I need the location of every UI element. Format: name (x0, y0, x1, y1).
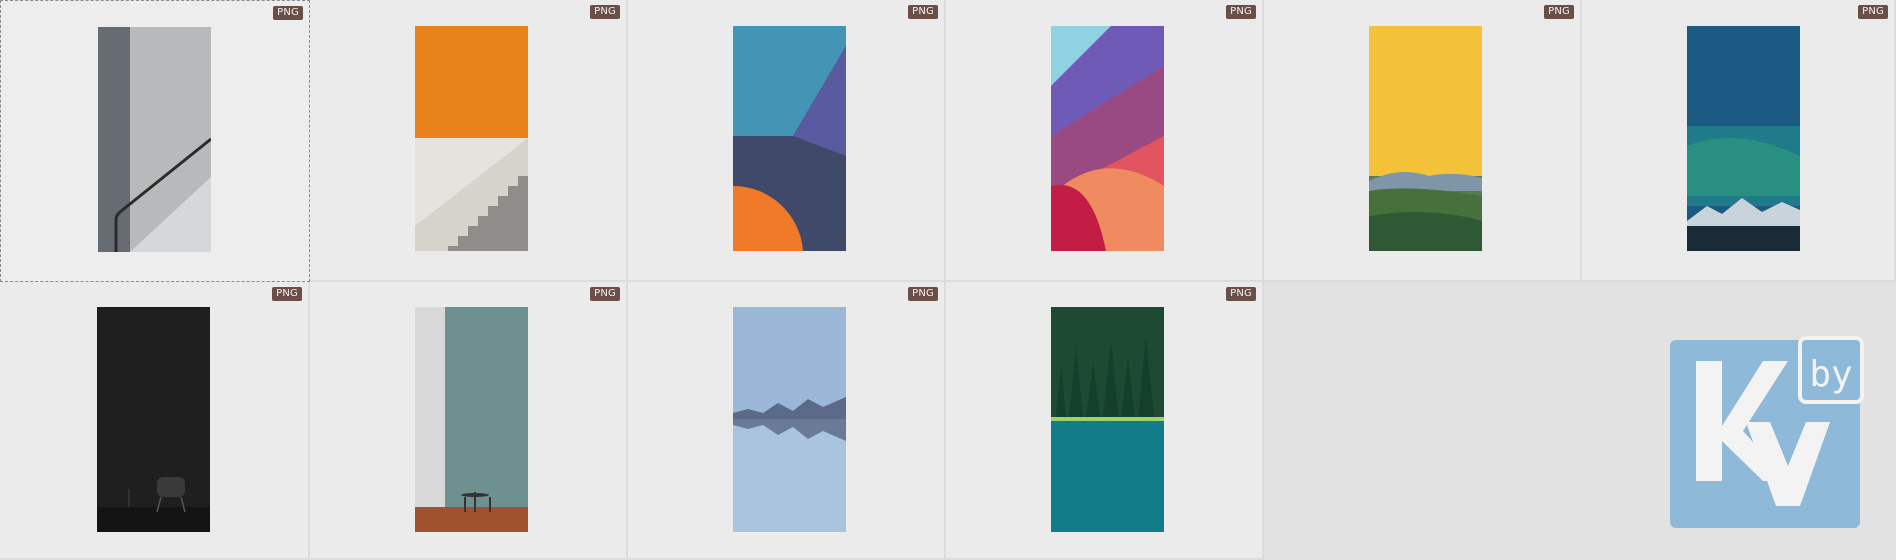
format-badge: PNG (1544, 5, 1574, 19)
thumbnail-cell[interactable]: PNG (628, 0, 946, 282)
format-badge: PNG (908, 287, 938, 301)
thumbnail-image (733, 26, 846, 251)
thumbnail-image (1369, 26, 1482, 251)
thumbnail-cell[interactable]: PNG (946, 282, 1264, 560)
thumbnail-image (97, 307, 210, 532)
thumbnail-cell[interactable]: PNG (628, 282, 946, 560)
thumbnail-cell[interactable]: PNG (0, 0, 310, 282)
thumbnail-cell[interactable]: PNG (1264, 0, 1582, 282)
kv-logo-watermark: by (1668, 336, 1864, 532)
thumbnail-image (1051, 307, 1164, 532)
image-grid: PNG PNG PNG PNG PNG PNG PNG PNG PNG PNG … (0, 0, 1896, 560)
thumbnail-image (98, 27, 211, 252)
thumbnail-image (415, 307, 528, 532)
format-badge: PNG (590, 287, 620, 301)
thumbnail-image (1051, 26, 1164, 251)
thumbnail-cell[interactable]: PNG (310, 0, 628, 282)
format-badge: PNG (272, 287, 302, 301)
format-badge: PNG (1226, 5, 1256, 19)
format-badge: PNG (908, 5, 938, 19)
thumbnail-image (733, 307, 846, 532)
thumbnail-image (1687, 26, 1800, 251)
format-badge: PNG (590, 5, 620, 19)
thumbnail-cell[interactable]: PNG (946, 0, 1264, 282)
format-badge: PNG (273, 6, 303, 20)
thumbnail-cell[interactable]: PNG (310, 282, 628, 560)
thumbnail-cell[interactable]: PNG (1582, 0, 1896, 282)
format-badge: PNG (1858, 5, 1888, 19)
format-badge: PNG (1226, 287, 1256, 301)
thumbnail-image (415, 26, 528, 251)
thumbnail-cell[interactable]: PNG (0, 282, 310, 560)
watermark-sub-text: by (1809, 354, 1852, 395)
